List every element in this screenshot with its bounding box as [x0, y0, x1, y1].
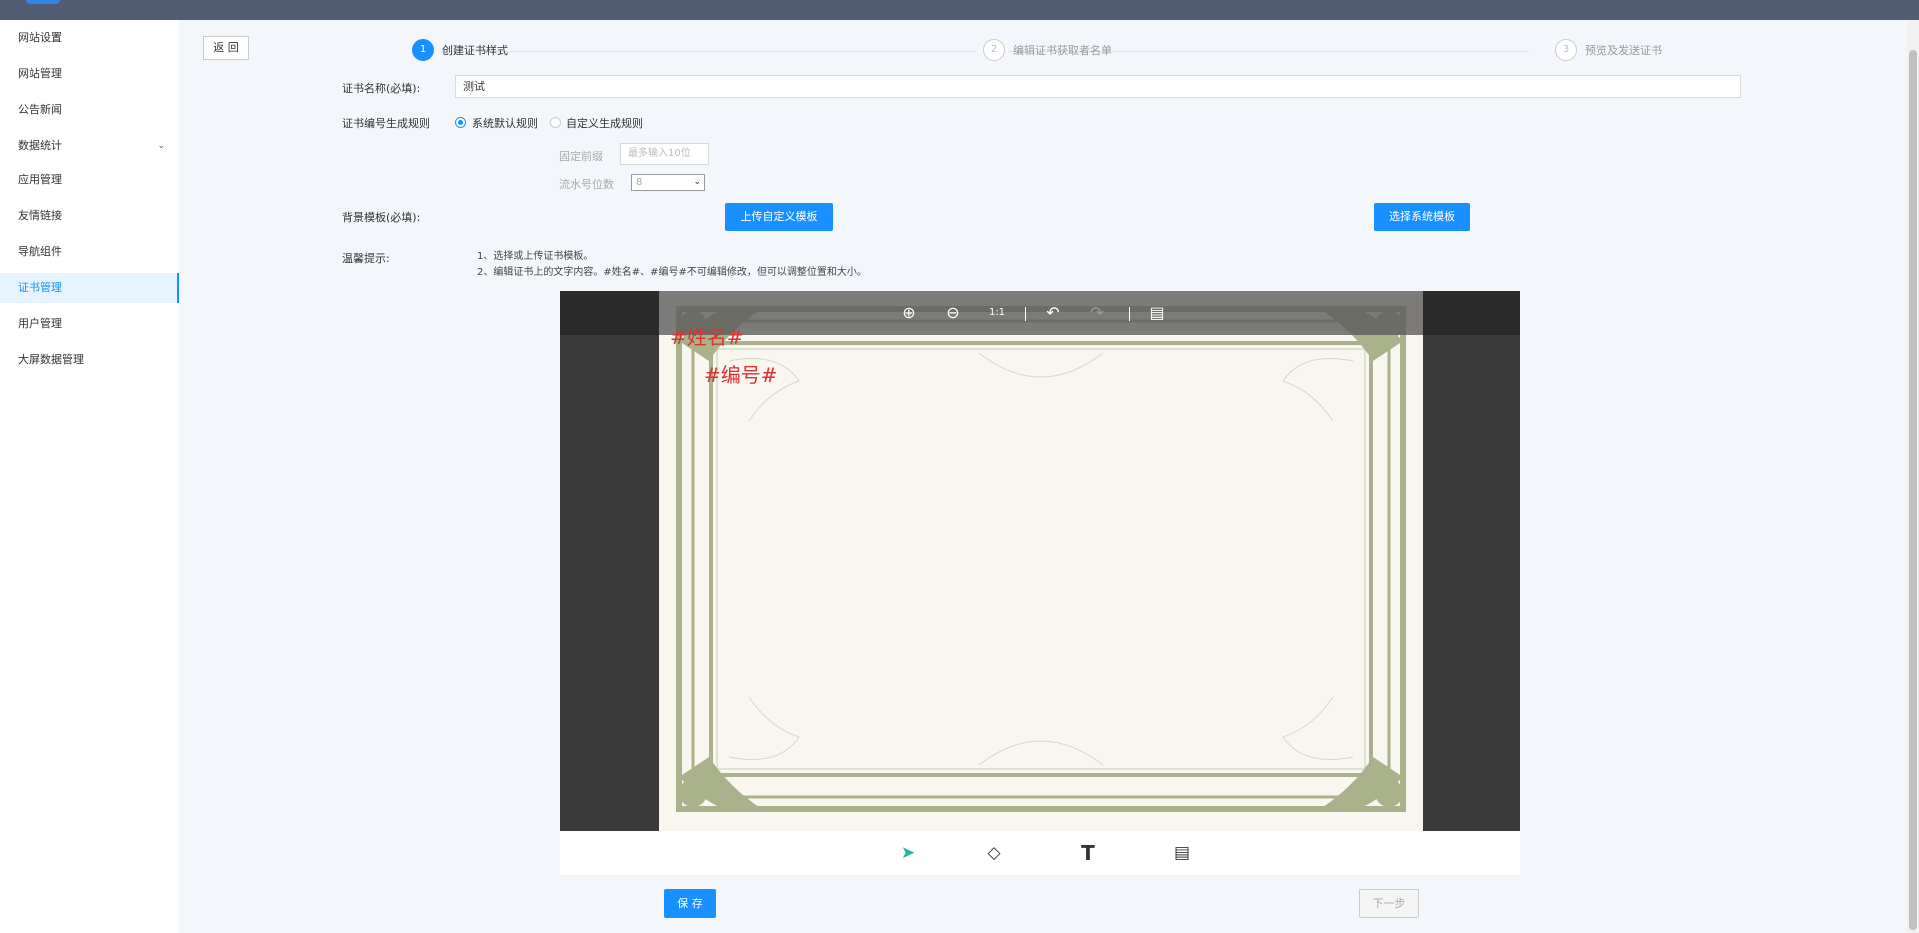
top-bar [0, 0, 1919, 20]
app-logo[interactable] [26, 0, 60, 4]
sidebar-item-label: 公告新闻 [18, 103, 62, 116]
back-button[interactable]: 返 回 [203, 36, 249, 60]
sidebar-item-label: 应用管理 [18, 173, 62, 186]
tip-line-1: 1、选择或上传证书模板。 [477, 251, 594, 262]
chevron-down-icon: ⌄ [693, 177, 701, 187]
zoom-out-icon[interactable]: ⊖ [941, 301, 965, 325]
cert-name-input[interactable]: 测试 [455, 75, 1741, 98]
step-label: 编辑证书获取者名单 [1013, 44, 1112, 57]
sidebar-item-label: 友情链接 [18, 209, 62, 222]
next-step-button[interactable]: 下一步 [1359, 889, 1419, 918]
cert-name-label: 证书名称(必填): [342, 82, 421, 95]
sidebar-item-site-management[interactable]: 网站管理 [0, 59, 179, 89]
sidebar-item-certificates[interactable]: 证书管理 [0, 273, 179, 303]
select-template-button[interactable]: 选择系统模板 [1374, 203, 1470, 231]
sidebar-item-links[interactable]: 友情链接 [0, 201, 179, 231]
rule-default-radio[interactable] [455, 117, 466, 128]
save-image-icon[interactable]: ▤ [1145, 301, 1169, 325]
sidebar-item-label: 网站管理 [18, 67, 62, 80]
rule-default-label[interactable]: 系统默认规则 [472, 115, 538, 131]
rule-custom-radio[interactable] [550, 117, 561, 128]
upload-template-button[interactable]: 上传自定义模板 [725, 203, 833, 231]
sidebar-item-label: 用户管理 [18, 317, 62, 330]
actual-size-icon[interactable]: 1:1 [985, 301, 1009, 325]
sidebar-item-label: 大屏数据管理 [18, 353, 84, 366]
sidebar-item-news[interactable]: 公告新闻 [0, 95, 179, 125]
sidebar: 网站设置 网站管理 公告新闻 数据统计 ⌄ 应用管理 友情链接 导航组件 证书管理… [0, 20, 179, 933]
sidebar-item-label: 导航组件 [18, 245, 62, 258]
step-number: 2 [983, 39, 1005, 61]
digits-select[interactable]: 8 ⌄ [631, 174, 705, 191]
redo-icon[interactable]: ↷ [1085, 301, 1109, 325]
undo-icon[interactable]: ↶ [1041, 301, 1065, 325]
number-rule-label: 证书编号生成规则 [342, 117, 430, 130]
certificate-editor: ⊕ ⊖ 1:1 ↶ ↷ ▤ #姓名# #编号# [560, 291, 1520, 831]
scrollbar-thumb[interactable] [1909, 50, 1917, 930]
cursor-icon[interactable]: ➤ [894, 839, 922, 867]
insert-image-icon[interactable]: ▤ [1168, 839, 1196, 867]
sidebar-item-big-screen[interactable]: 大屏数据管理 [0, 345, 179, 375]
text-tool-icon[interactable]: T [1074, 839, 1102, 867]
eraser-icon[interactable]: ◇ [980, 839, 1008, 867]
tip-label: 温馨提示: [342, 252, 390, 265]
sidebar-item-label: 证书管理 [18, 281, 62, 294]
digits-label: 流水号位数 [559, 178, 614, 191]
step-label: 创建证书样式 [442, 44, 508, 57]
editor-tool-bar: ➤ ◇ T ▤ [560, 831, 1520, 875]
sidebar-item-statistics[interactable]: 数据统计 ⌄ [0, 131, 179, 161]
save-button[interactable]: 保 存 [664, 889, 716, 918]
cert-name-placeholder[interactable]: #姓名# [670, 321, 744, 350]
page-scrollbar[interactable] [1907, 20, 1919, 933]
sidebar-item-label: 数据统计 [18, 139, 62, 152]
zoom-in-icon[interactable]: ⊕ [897, 301, 921, 325]
tip-line-2: 2、编辑证书上的文字内容。#姓名#、#编号#不可编辑修改，但可以调整位置和大小。 [477, 267, 867, 278]
canvas-zoom-toolbar: ⊕ ⊖ 1:1 ↶ ↷ ▤ [659, 291, 1423, 335]
step-line [441, 51, 976, 52]
sidebar-item-label: 网站设置 [18, 31, 62, 44]
sidebar-item-apps[interactable]: 应用管理 [0, 165, 179, 195]
chevron-down-icon: ⌄ [157, 141, 165, 151]
cert-number-placeholder[interactable]: #编号# [704, 359, 778, 388]
sidebar-item-site-settings[interactable]: 网站设置 [0, 23, 179, 53]
toolbar-divider [1025, 307, 1026, 321]
bg-template-label: 背景模板(必填): [342, 211, 421, 224]
digits-value: 8 [636, 177, 643, 188]
prefix-input[interactable]: 最多输入10位 [620, 143, 709, 165]
rule-custom-label[interactable]: 自定义生成规则 [566, 115, 643, 131]
prefix-label: 固定前缀 [559, 150, 603, 163]
sidebar-item-users[interactable]: 用户管理 [0, 309, 179, 339]
step-number: 3 [1555, 39, 1577, 61]
toolbar-divider [1129, 307, 1130, 321]
sidebar-item-nav[interactable]: 导航组件 [0, 237, 179, 267]
step-label: 预览及发送证书 [1585, 44, 1662, 57]
step-number: 1 [412, 39, 434, 61]
